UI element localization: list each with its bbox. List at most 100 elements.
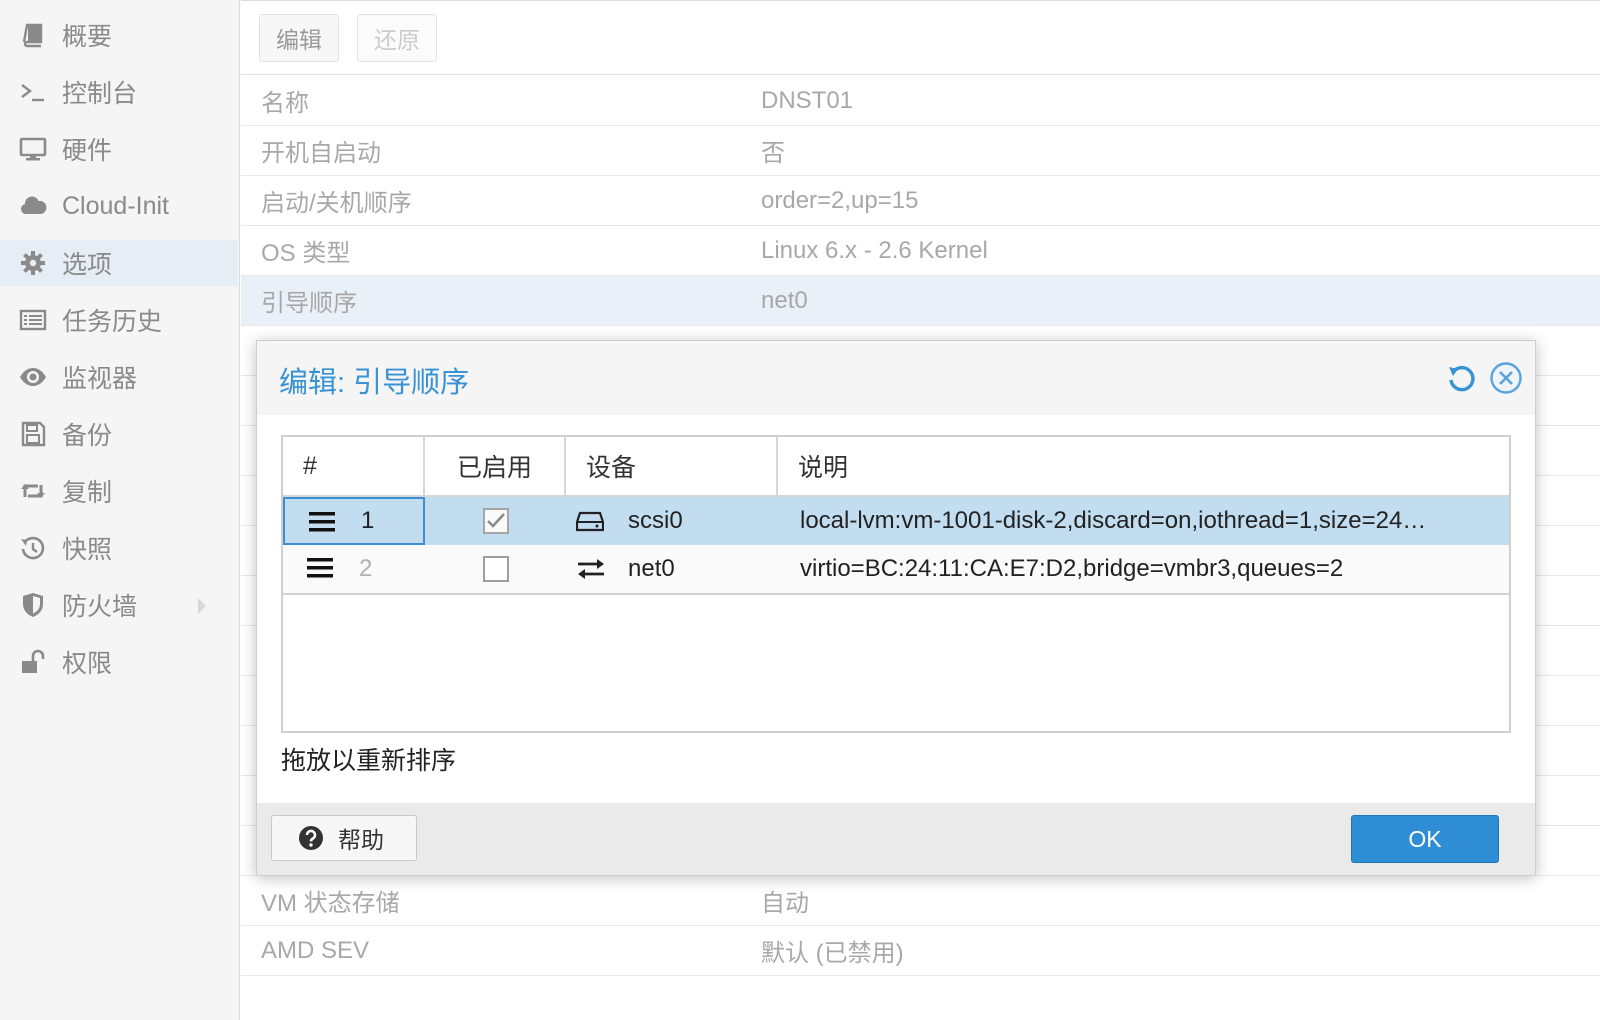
close-icon[interactable]: [1487, 359, 1525, 397]
sidebar-item-label: Cloud-Init: [62, 191, 169, 220]
sidebar-item-summary[interactable]: 概要: [0, 12, 238, 58]
order-number: 2: [359, 555, 373, 582]
option-key: AMD SEV: [261, 936, 370, 964]
boot-order-grid: # 已启用 设备 说明 1 scsi0 local-lvm:vm-1001-di…: [281, 435, 1511, 733]
gear-icon: [16, 248, 50, 278]
device-cell: net0: [566, 545, 778, 593]
sidebar-item-label: 权限: [62, 650, 113, 678]
question-circle-icon: [298, 825, 324, 851]
order-cell[interactable]: 2: [283, 545, 425, 593]
options-row[interactable]: VM 状态存储 自动: [241, 876, 1600, 926]
boot-order-dialog: 编辑: 引导顺序 # 已启用 设备 说明 1 scsi0 local-lvm:v…: [256, 340, 1536, 876]
floppy-icon: [16, 419, 50, 449]
column-header-enabled[interactable]: 已启用: [425, 437, 566, 497]
shield-icon: [16, 590, 50, 620]
sidebar-item-label: 备份: [62, 422, 113, 450]
dialog-footer: 帮助 OK: [257, 803, 1535, 875]
sidebar-item-firewall[interactable]: 防火墙: [0, 582, 238, 628]
boot-device-row[interactable]: 2 net0 virtio=BC:24:11:CA:E7:D2,bridge=v…: [283, 545, 1509, 595]
sidebar-item-permissions[interactable]: 权限: [0, 639, 238, 685]
sidebar-item-console[interactable]: 控制台: [0, 69, 238, 115]
history-icon: [16, 533, 50, 563]
order-cell[interactable]: 1: [283, 497, 425, 545]
option-key: VM 状态存储: [261, 890, 400, 917]
option-value: order=2,up=15: [761, 186, 919, 214]
option-key: OS 类型: [261, 240, 351, 267]
drag-handle-icon[interactable]: [309, 511, 335, 540]
option-key: 开机自启动: [261, 140, 381, 167]
option-value: net0: [761, 286, 808, 314]
drag-handle-icon[interactable]: [307, 557, 333, 586]
device-description: local-lvm:vm-1001-disk-2,discard=on,ioth…: [800, 507, 1427, 534]
list-icon: [16, 305, 50, 335]
column-header-order[interactable]: #: [283, 437, 425, 497]
unlock-icon: [16, 647, 50, 677]
dialog-header: 编辑: 引导顺序: [257, 341, 1535, 415]
sidebar-item-replication[interactable]: 复制: [0, 468, 238, 514]
option-value: 自动: [761, 890, 809, 917]
reset-icon[interactable]: [1443, 359, 1481, 397]
dialog-body: # 已启用 设备 说明 1 scsi0 local-lvm:vm-1001-di…: [257, 415, 1535, 803]
option-key: 引导顺序: [261, 290, 357, 317]
ok-button[interactable]: OK: [1351, 815, 1499, 863]
options-row[interactable]: 名称 DNST01: [241, 76, 1600, 126]
help-button[interactable]: 帮助: [271, 815, 417, 861]
edit-button[interactable]: 编辑: [259, 14, 339, 62]
terminal-icon: [16, 77, 50, 107]
book-icon: [16, 20, 50, 50]
sidebar-item-monitor[interactable]: 监视器: [0, 354, 238, 400]
chevron-right-icon[interactable]: [196, 595, 208, 623]
enabled-checkbox[interactable]: [482, 556, 509, 582]
sidebar-item-label: 监视器: [62, 365, 138, 393]
sidebar-item-hardware[interactable]: 硬件: [0, 126, 238, 172]
option-value: 否: [761, 140, 785, 167]
help-label: 帮助: [338, 827, 384, 853]
options-row[interactable]: 启动/关机顺序 order=2,up=15: [241, 176, 1600, 226]
option-key: 启动/关机顺序: [261, 190, 412, 217]
sidebar-item-options[interactable]: 选项: [0, 240, 238, 286]
monitor-icon: [16, 134, 50, 164]
description-cell: virtio=BC:24:11:CA:E7:D2,bridge=vmbr3,qu…: [778, 545, 1509, 593]
device-name: scsi0: [628, 507, 683, 534]
eye-icon: [16, 362, 50, 392]
device-name: net0: [628, 555, 675, 582]
device-cell: scsi0: [566, 497, 778, 545]
column-header-device[interactable]: 设备: [566, 437, 778, 497]
enabled-cell: [425, 545, 566, 593]
option-value: Linux 6.x - 2.6 Kernel: [761, 236, 988, 264]
options-row[interactable]: OS 类型 Linux 6.x - 2.6 Kernel: [241, 226, 1600, 276]
sidebar-item-label: 硬件: [62, 137, 113, 165]
sidebar: 概要 控制台 硬件 Cloud-Init 选项 任务历史 监视器 备份 复制 快…: [0, 0, 240, 1020]
option-value: 默认 (已禁用): [761, 940, 904, 967]
dialog-title: 编辑: 引导顺序: [279, 367, 470, 399]
options-row[interactable]: AMD SEV 默认 (已禁用): [241, 926, 1600, 976]
sidebar-item-snapshot[interactable]: 快照: [0, 525, 238, 571]
sidebar-item-label: 防火墙: [62, 593, 138, 621]
options-row[interactable]: 开机自启动 否: [241, 126, 1600, 176]
retweet-icon: [16, 476, 50, 506]
options-row-selected[interactable]: 引导顺序 net0: [241, 276, 1600, 326]
sidebar-item-label: 选项: [62, 251, 113, 279]
sidebar-item-task-history[interactable]: 任务历史: [0, 297, 238, 343]
cloud-icon: [16, 191, 50, 221]
network-exchange-icon: [576, 557, 606, 588]
description-cell: local-lvm:vm-1001-disk-2,discard=on,ioth…: [778, 497, 1509, 545]
option-key: 名称: [261, 90, 309, 117]
harddisk-icon: [575, 509, 605, 540]
boot-device-row[interactable]: 1 scsi0 local-lvm:vm-1001-disk-2,discard…: [283, 497, 1509, 545]
sidebar-item-label: 复制: [62, 479, 113, 507]
enabled-cell: [425, 497, 566, 545]
sidebar-item-cloud-init[interactable]: Cloud-Init: [0, 183, 238, 229]
column-header-description[interactable]: 说明: [778, 437, 1509, 497]
drag-hint: 拖放以重新排序: [281, 747, 457, 775]
option-value: DNST01: [761, 86, 854, 114]
sidebar-item-backup[interactable]: 备份: [0, 411, 238, 457]
device-description: virtio=BC:24:11:CA:E7:D2,bridge=vmbr3,qu…: [800, 555, 1344, 582]
revert-button[interactable]: 还原: [357, 14, 437, 62]
toolbar: 编辑 还原: [241, 0, 1600, 75]
enabled-checkbox[interactable]: [482, 508, 509, 534]
sidebar-item-label: 概要: [62, 23, 113, 51]
sidebar-item-label: 任务历史: [62, 308, 163, 336]
sidebar-item-label: 快照: [62, 536, 113, 564]
order-number: 1: [361, 507, 375, 534]
